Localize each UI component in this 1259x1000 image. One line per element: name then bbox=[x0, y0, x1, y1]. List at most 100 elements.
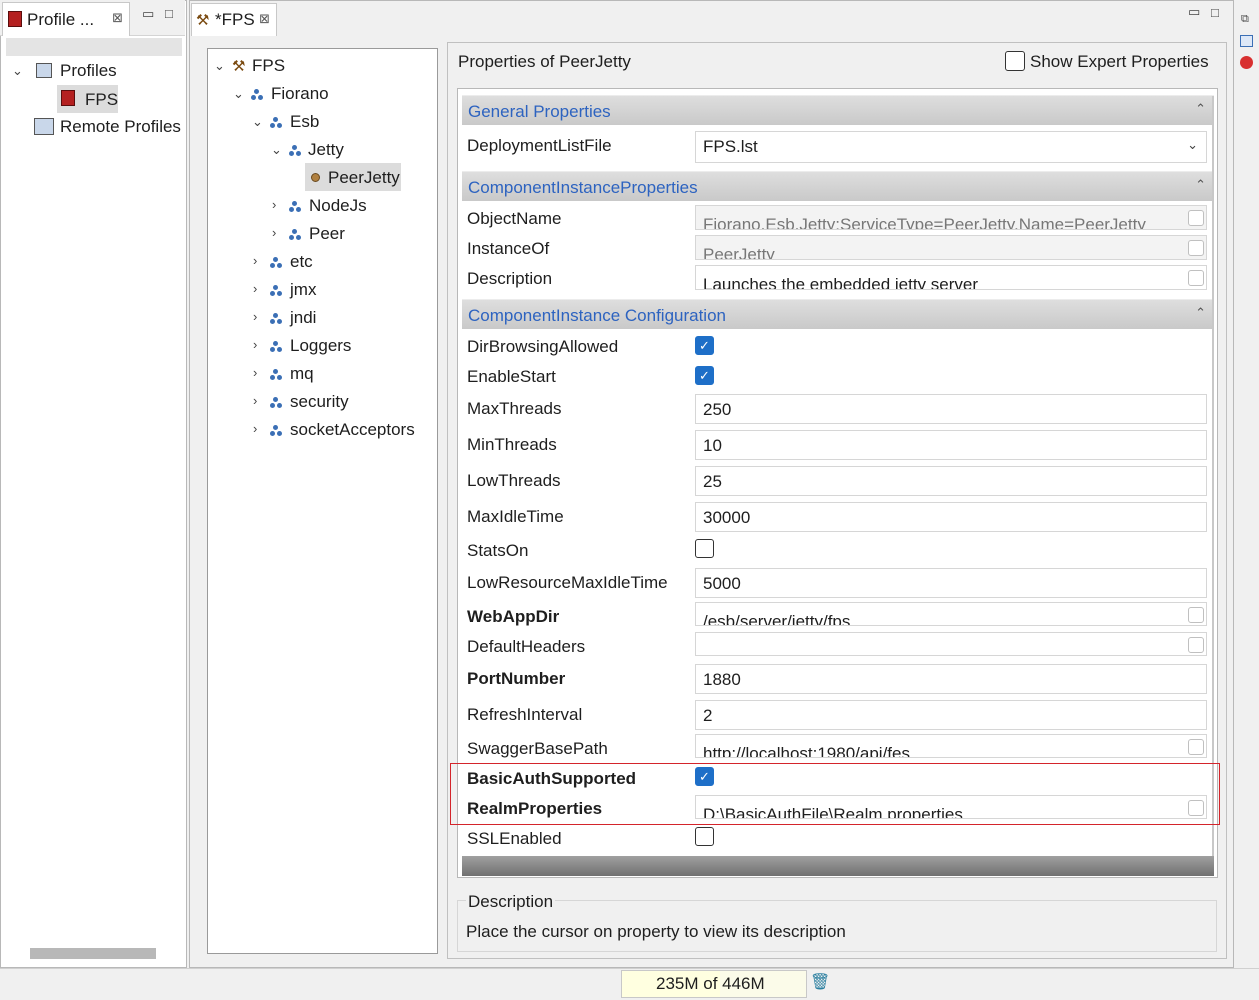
tree-item-profiles[interactable]: ⌄ Profiles bbox=[10, 58, 180, 84]
collapse-icon[interactable]: ⌃ bbox=[1195, 177, 1206, 193]
portnumber-field[interactable]: 1880 bbox=[695, 664, 1207, 694]
collapse-icon[interactable]: ⌃ bbox=[1195, 101, 1206, 117]
problems-view-icon[interactable] bbox=[1240, 56, 1253, 69]
chevron-right-icon[interactable]: › bbox=[253, 421, 257, 436]
minimize-icon[interactable]: ▭ bbox=[142, 6, 154, 22]
property-value: FPS.lst bbox=[703, 137, 758, 156]
swaggerbasepath-field[interactable]: http://localhost:1980/api/fes bbox=[695, 734, 1207, 758]
edit-toggle-icon[interactable] bbox=[1188, 240, 1204, 256]
maxthreads-field[interactable]: 250 bbox=[695, 394, 1207, 424]
profile-view-tab[interactable]: Profile ... ⊠ bbox=[2, 2, 130, 36]
tree-item-label: Remote Profiles bbox=[60, 117, 181, 136]
tree-item-loggers[interactable]: › Loggers bbox=[250, 333, 430, 359]
edit-toggle-icon[interactable] bbox=[1188, 739, 1204, 755]
property-value: 1880 bbox=[703, 670, 741, 689]
description-field[interactable]: Launches the embedded jetty server bbox=[695, 265, 1207, 290]
property-name: MinThreads bbox=[467, 435, 557, 454]
instanceof-field[interactable]: PeerJetty bbox=[695, 235, 1207, 260]
chevron-right-icon[interactable]: › bbox=[253, 281, 257, 296]
edit-toggle-icon[interactable] bbox=[1188, 210, 1204, 226]
tree-item-jmx[interactable]: › jmx bbox=[250, 277, 430, 303]
property-row-minthreads: MinThreads 10 bbox=[462, 430, 1214, 460]
tree-item-remote-profiles[interactable]: Remote Profiles bbox=[30, 114, 186, 140]
tree-item-jndi[interactable]: › jndi bbox=[250, 305, 430, 331]
maxidletime-field[interactable]: 30000 bbox=[695, 502, 1207, 532]
collapse-icon[interactable]: ⌃ bbox=[1195, 305, 1206, 321]
property-value: 25 bbox=[703, 472, 722, 491]
node-icon bbox=[289, 229, 301, 240]
close-icon[interactable]: ⊠ bbox=[259, 11, 270, 27]
minthreads-field[interactable]: 10 bbox=[695, 430, 1207, 460]
show-expert-label[interactable]: Show Expert Properties bbox=[1030, 52, 1209, 72]
chevron-down-icon[interactable]: ⌄ bbox=[1187, 137, 1198, 153]
maximize-icon[interactable]: □ bbox=[1211, 5, 1219, 20]
dirbrowsingallowed-checkbox[interactable]: ✓ bbox=[695, 336, 714, 355]
chevron-down-icon[interactable]: ⌄ bbox=[12, 63, 23, 79]
tree-item-label: mq bbox=[290, 364, 314, 383]
chevron-right-icon[interactable]: › bbox=[253, 365, 257, 380]
chevron-right-icon[interactable]: › bbox=[272, 197, 276, 212]
refreshinterval-field[interactable]: 2 bbox=[695, 700, 1207, 730]
tree-item-socketacceptors[interactable]: › socketAcceptors bbox=[250, 417, 436, 443]
section-title: General Properties bbox=[468, 102, 611, 121]
chevron-down-icon[interactable]: ⌄ bbox=[233, 86, 244, 102]
chevron-right-icon[interactable]: › bbox=[253, 393, 257, 408]
close-icon[interactable]: ⊠ bbox=[112, 10, 123, 26]
tree-item-peerjetty[interactable]: PeerJetty bbox=[305, 163, 401, 191]
lowresourcemaxidletime-field[interactable]: 5000 bbox=[695, 568, 1207, 598]
edit-toggle-icon[interactable] bbox=[1188, 270, 1204, 286]
tree-item-esb[interactable]: ⌄ Esb bbox=[250, 109, 430, 135]
section-componentinstanceproperties[interactable]: ComponentInstanceProperties ⌃ bbox=[462, 171, 1214, 201]
property-row-objectname: ObjectName Fiorano.Esb.Jetty:ServiceType… bbox=[462, 204, 1214, 234]
property-value: PeerJetty bbox=[703, 245, 775, 260]
tree-item-label: Jetty bbox=[308, 140, 344, 159]
property-name: MaxThreads bbox=[467, 399, 562, 418]
tree-item-jetty[interactable]: ⌄ Jetty bbox=[269, 137, 429, 163]
chevron-down-icon[interactable]: ⌄ bbox=[214, 58, 225, 74]
tree-item-fps[interactable]: ⌄ ⚒ FPS bbox=[212, 53, 412, 79]
webappdir-field[interactable]: /esb/server/jetty/fps bbox=[695, 602, 1207, 626]
properties-title: Properties of PeerJetty bbox=[458, 52, 631, 71]
edit-toggle-icon[interactable] bbox=[1188, 607, 1204, 623]
edit-toggle-icon[interactable] bbox=[1188, 637, 1204, 653]
tree-item-label: Loggers bbox=[290, 336, 352, 355]
property-value: 5000 bbox=[703, 574, 741, 593]
property-name: LowResourceMaxIdleTime bbox=[467, 573, 668, 592]
objectname-field[interactable]: Fiorano.Esb.Jetty:ServiceType=PeerJetty,… bbox=[695, 205, 1207, 230]
lowthreads-field[interactable]: 25 bbox=[695, 466, 1207, 496]
garbage-collect-icon[interactable]: 🗑 bbox=[810, 972, 830, 992]
chevron-down-icon[interactable]: ⌄ bbox=[252, 114, 263, 130]
chevron-right-icon[interactable]: › bbox=[272, 225, 276, 240]
property-row-instanceof: InstanceOf PeerJetty bbox=[462, 234, 1214, 264]
section-general-properties[interactable]: General Properties ⌃ bbox=[462, 95, 1214, 125]
property-name: DefaultHeaders bbox=[467, 637, 586, 656]
right-trim-bar: ⧉ bbox=[1236, 0, 1259, 968]
property-name: EnableStart bbox=[467, 367, 556, 386]
section-componentinstance-configuration[interactable]: ComponentInstance Configuration ⌃ bbox=[462, 299, 1214, 329]
tree-item-etc[interactable]: › etc bbox=[250, 249, 430, 275]
tree-item-fiorano[interactable]: ⌄ Fiorano bbox=[231, 81, 421, 107]
enablestart-checkbox[interactable]: ✓ bbox=[695, 366, 714, 385]
minimize-icon[interactable]: ▭ bbox=[1188, 4, 1200, 20]
show-expert-checkbox[interactable] bbox=[1005, 51, 1025, 71]
tree-item-peer[interactable]: › Peer bbox=[269, 221, 429, 247]
tree-item-security[interactable]: › security bbox=[250, 389, 430, 415]
properties-view-icon[interactable] bbox=[1240, 35, 1253, 47]
deploymentlistfile-dropdown[interactable]: FPS.lst ⌄ bbox=[695, 131, 1207, 163]
chevron-right-icon[interactable]: › bbox=[253, 337, 257, 352]
statson-checkbox[interactable] bbox=[695, 539, 714, 558]
chevron-right-icon[interactable]: › bbox=[253, 309, 257, 324]
restore-icon[interactable]: ⧉ bbox=[1241, 13, 1249, 26]
scrollbar-thumb[interactable] bbox=[30, 948, 156, 959]
node-icon bbox=[270, 369, 282, 380]
tree-item-fps-profile[interactable]: FPS bbox=[57, 85, 118, 113]
defaultheaders-field[interactable] bbox=[695, 632, 1207, 656]
tree-item-nodejs[interactable]: › NodeJs bbox=[269, 193, 429, 219]
chevron-right-icon[interactable]: › bbox=[253, 253, 257, 268]
property-value: http://localhost:1980/api/fes bbox=[703, 744, 910, 758]
editor-tab-fps[interactable]: ⚒ *FPS ⊠ bbox=[191, 3, 277, 36]
sslenabled-checkbox[interactable] bbox=[695, 827, 714, 846]
chevron-down-icon[interactable]: ⌄ bbox=[271, 142, 282, 158]
tree-item-mq[interactable]: › mq bbox=[250, 361, 430, 387]
maximize-icon[interactable]: □ bbox=[165, 6, 173, 21]
